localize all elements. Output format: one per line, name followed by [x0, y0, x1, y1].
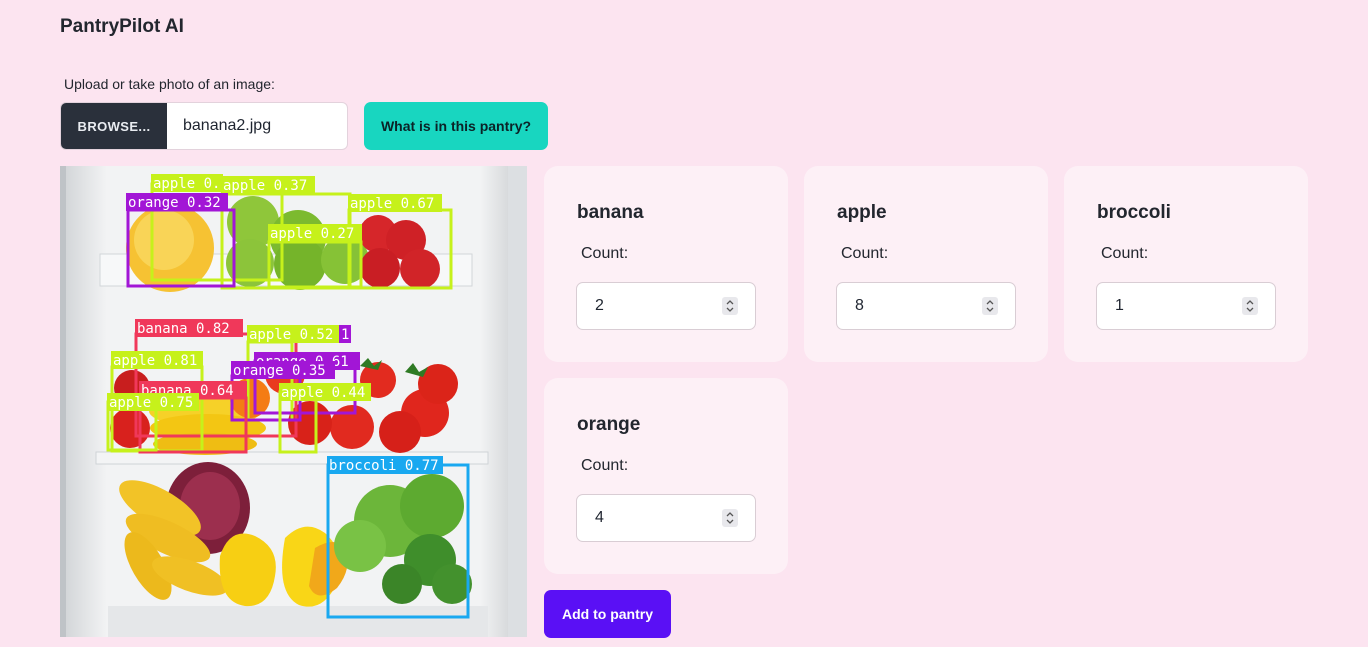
count-label: Count: [581, 245, 629, 262]
detection-label: apple 0.44 [281, 385, 365, 401]
detection-label: apple 0.67 [350, 196, 434, 212]
pantry-photo: apple 0.39 apple 0.37 orange 0.32 apple … [60, 166, 527, 637]
count-value: 4 [595, 509, 604, 526]
fridge-image: apple 0.39 apple 0.37 orange 0.32 apple … [60, 166, 527, 637]
count-value: 2 [595, 297, 604, 314]
item-card-orange: orange Count: 4 [544, 378, 788, 574]
stepper-icon[interactable] [1242, 297, 1258, 315]
analyze-pantry-button[interactable]: What is in this pantry? [364, 102, 548, 150]
detection-label: apple 0.81 [113, 353, 197, 369]
detection-label: apple 0.52 [249, 327, 333, 343]
detection-label: apple 0.75 [109, 395, 193, 411]
browse-button[interactable]: BROWSE... [61, 103, 167, 149]
item-name: apple [837, 202, 887, 223]
detection-label: apple 0.27 [270, 226, 354, 242]
add-to-pantry-button[interactable]: Add to pantry [544, 590, 671, 638]
count-input[interactable]: 1 [1096, 282, 1276, 330]
stepper-icon[interactable] [722, 509, 738, 527]
item-card-banana: banana Count: 2 [544, 166, 788, 362]
count-input[interactable]: 8 [836, 282, 1016, 330]
item-name: banana [577, 202, 644, 223]
detection-label: orange 0.35 [233, 363, 326, 379]
item-name: orange [577, 414, 641, 435]
count-value: 8 [855, 297, 864, 314]
item-name: broccoli [1097, 202, 1171, 223]
detection-label: banana 0.82 [137, 321, 230, 337]
file-input[interactable]: BROWSE... banana2.jpg [60, 102, 348, 150]
count-input[interactable]: 4 [576, 494, 756, 542]
stepper-icon[interactable] [982, 297, 998, 315]
detection-label: broccoli 0.77 [329, 458, 439, 474]
detection-label: orange 0.32 [128, 195, 221, 211]
count-label: Count: [581, 457, 629, 474]
detection-label: apple 0.37 [223, 178, 307, 194]
stepper-icon[interactable] [722, 297, 738, 315]
detection-label: 1 [341, 327, 349, 343]
count-input[interactable]: 2 [576, 282, 756, 330]
selected-file-name: banana2.jpg [183, 117, 272, 134]
app-title: PantryPilot AI [60, 16, 184, 37]
count-label: Count: [1101, 245, 1149, 262]
upload-label: Upload or take photo of an image: [64, 76, 275, 92]
item-card-apple: apple Count: 8 [804, 166, 1048, 362]
item-card-broccoli: broccoli Count: 1 [1064, 166, 1308, 362]
count-value: 1 [1115, 297, 1124, 314]
count-label: Count: [841, 245, 889, 262]
